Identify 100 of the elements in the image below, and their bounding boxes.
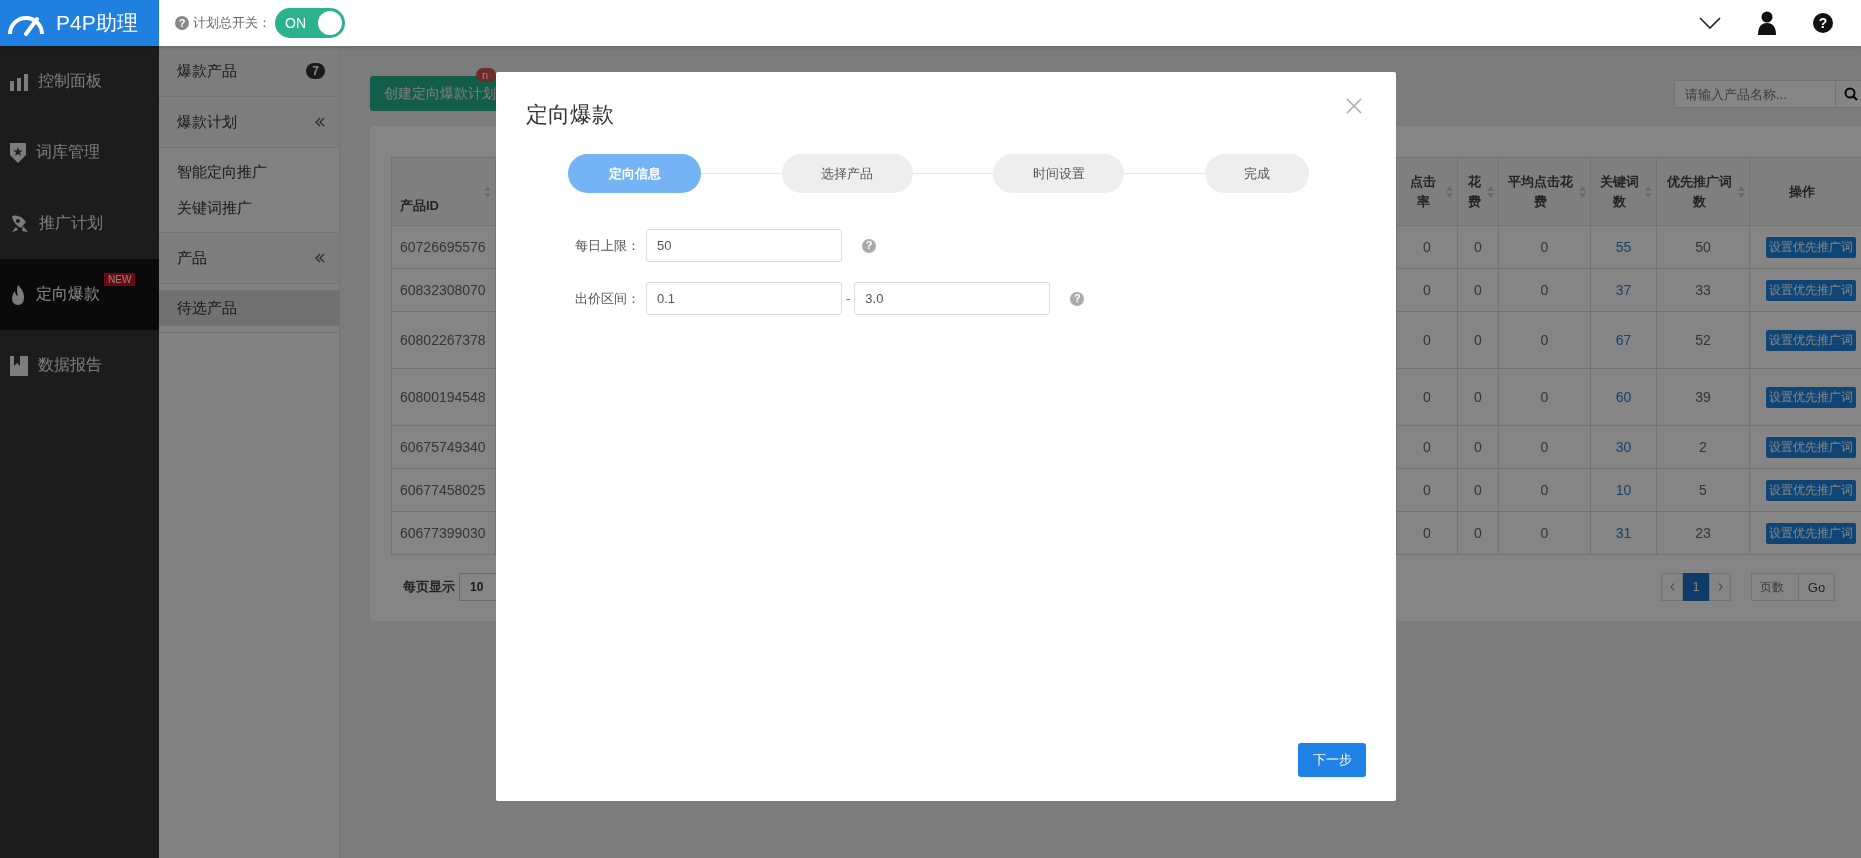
bar-chart-icon: [10, 72, 28, 91]
double-chevron-left-icon[interactable]: [315, 117, 325, 127]
sidebar-item[interactable]: 定向爆款 NEW: [0, 259, 159, 330]
sidebar-item[interactable]: 数据报告: [0, 330, 159, 401]
search-icon: [1843, 87, 1858, 101]
step-pill: 选择产品: [781, 154, 913, 193]
field-label: 出价区间：: [574, 289, 640, 308]
search-field[interactable]: 请输入产品名称...: [1674, 80, 1836, 108]
column-header[interactable]: 点击率: [1396, 157, 1458, 226]
table-cell: 52: [1656, 311, 1750, 369]
table-cell: 0: [1457, 425, 1499, 469]
table-cell: 60832308070: [391, 268, 496, 312]
next-step-button[interactable]: 下一步: [1298, 743, 1366, 777]
table-cell: 50: [1656, 225, 1750, 269]
keyword-count-link[interactable]: 37: [1615, 282, 1632, 298]
column-header: 操作: [1749, 157, 1861, 226]
table-cell: 0: [1498, 368, 1591, 426]
input-field[interactable]: 0.1: [646, 282, 842, 315]
set-priority-words-button[interactable]: 设置优先推广词: [1766, 236, 1856, 258]
step-pill: 定向信息: [568, 154, 701, 193]
step-pill: 完成: [1205, 154, 1309, 193]
table-cell: 60802267378: [391, 311, 496, 369]
per-page-label: 每页显示: [403, 578, 455, 596]
table-cell: 0: [1498, 268, 1591, 312]
help-icon[interactable]: ?: [175, 16, 189, 30]
table-cell: 60675749340: [391, 425, 496, 469]
column-header[interactable]: 优先推广词数: [1656, 157, 1750, 226]
chevron-down-icon[interactable]: [1699, 17, 1721, 29]
chevron-right-icon: [1717, 583, 1723, 591]
sidebar-item[interactable]: 词库管理: [0, 117, 159, 188]
set-priority-words-button[interactable]: 设置优先推广词: [1766, 279, 1856, 301]
submenu-item[interactable]: 关键词推广: [159, 190, 339, 226]
table-cell: 0: [1498, 468, 1591, 512]
column-header[interactable]: 关键词数: [1590, 157, 1657, 226]
count-badge: 7: [306, 63, 325, 79]
table-cell: 60800194548: [391, 368, 496, 426]
chevron-left-icon: [1669, 583, 1675, 591]
table-cell: 5: [1656, 468, 1750, 512]
range-separator: -: [846, 291, 851, 306]
submenu-header-label: 爆款计划: [177, 112, 238, 132]
keyword-count-link[interactable]: 67: [1615, 332, 1632, 348]
table-cell: 0: [1498, 311, 1591, 369]
close-icon[interactable]: [1346, 98, 1362, 114]
table-cell: 60677458025: [391, 468, 496, 512]
table-cell: 60677399030: [391, 511, 496, 555]
go-button[interactable]: Go: [1799, 573, 1835, 601]
keyword-count-link[interactable]: 30: [1615, 439, 1632, 455]
field-label: 每日上限：: [574, 236, 640, 255]
page-button[interactable]: 1: [1683, 573, 1709, 601]
set-priority-words-button[interactable]: 设置优先推广词: [1766, 436, 1856, 458]
table-cell: 0: [1498, 225, 1591, 269]
step-pill: 时间设置: [993, 154, 1125, 193]
submenu-item[interactable]: 待选产品: [159, 290, 339, 326]
rocket-icon: [10, 214, 29, 233]
app-title: P4P助理: [56, 10, 138, 36]
set-priority-words-button[interactable]: 设置优先推广词: [1766, 479, 1856, 501]
input-field[interactable]: 3.0: [854, 282, 1051, 315]
table-cell: 0: [1498, 511, 1591, 555]
new-badge: n: [476, 68, 497, 82]
set-priority-words-button[interactable]: 设置优先推广词: [1766, 329, 1856, 351]
table-cell: 0: [1498, 425, 1591, 469]
column-header[interactable]: 平均点击花费: [1498, 157, 1591, 226]
help-icon[interactable]: ?: [862, 238, 876, 253]
double-chevron-left-icon[interactable]: [315, 253, 325, 263]
submenu-item[interactable]: 智能定向推广: [159, 154, 339, 190]
table-cell: 0: [1457, 511, 1499, 555]
table-cell: 0: [1457, 468, 1499, 512]
report-icon: [10, 355, 28, 376]
table-cell: 0: [1457, 311, 1499, 369]
switch-label: 计划总开关：: [193, 14, 271, 32]
table-cell: 60726695576: [391, 225, 496, 269]
keyword-count-link[interactable]: 10: [1615, 482, 1632, 498]
submenu-header[interactable]: 产品: [159, 233, 339, 284]
keyword-count-link[interactable]: 55: [1615, 239, 1632, 255]
table-cell: 23: [1656, 511, 1750, 555]
sidebar-item[interactable]: 推广计划: [0, 188, 159, 259]
table-cell: 0: [1457, 225, 1499, 269]
flame-icon: [10, 284, 26, 305]
table-cell: 0: [1457, 368, 1499, 426]
column-header[interactable]: 产品ID: [391, 157, 496, 226]
help-icon[interactable]: ?: [1813, 13, 1833, 33]
help-icon[interactable]: ?: [1070, 291, 1085, 306]
user-icon[interactable]: [1757, 11, 1777, 35]
input-field[interactable]: 50: [646, 229, 842, 262]
column-header[interactable]: 花费: [1457, 157, 1499, 226]
set-priority-words-button[interactable]: 设置优先推广词: [1766, 386, 1856, 408]
search-button[interactable]: [1836, 80, 1861, 108]
dialog-title: 定向爆款: [526, 101, 614, 129]
keyword-count-link[interactable]: 60: [1615, 389, 1632, 405]
shield-icon: [10, 142, 26, 163]
page-number-field[interactable]: 页数: [1751, 573, 1799, 601]
set-priority-words-button[interactable]: 设置优先推广词: [1766, 522, 1856, 544]
toggle-switch[interactable]: ON: [275, 8, 345, 38]
sidebar-item[interactable]: 控制面板: [0, 46, 159, 117]
new-badge: NEW: [104, 273, 136, 286]
submenu-header[interactable]: 爆款计划: [159, 97, 339, 148]
table-cell: 2: [1656, 425, 1750, 469]
keyword-count-link[interactable]: 31: [1615, 525, 1632, 541]
table-cell: 33: [1656, 268, 1750, 312]
submenu-header[interactable]: 爆款产品 7: [159, 46, 339, 97]
